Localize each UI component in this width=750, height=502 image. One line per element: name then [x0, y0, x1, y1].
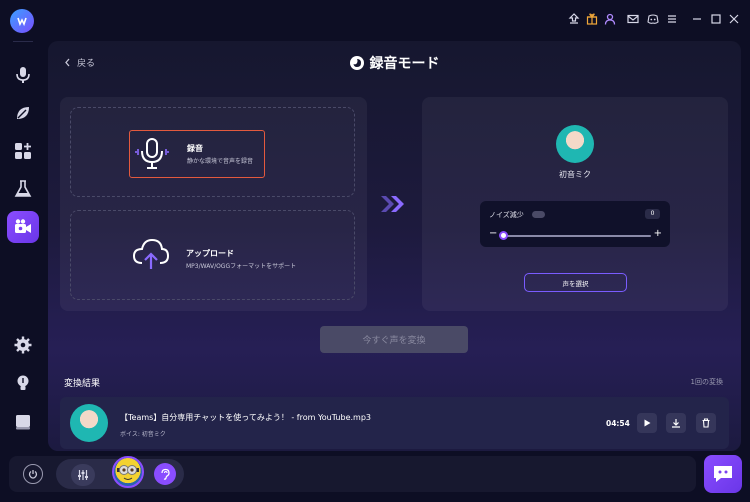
support-chat-button[interactable]: [704, 455, 742, 493]
voice-avatar[interactable]: [556, 125, 594, 163]
microphone-icon: [135, 138, 169, 169]
noise-slider-track[interactable]: [501, 235, 651, 237]
result-voice: ボイス: 初音ミク: [120, 431, 166, 438]
input-source-card: 録音 静かな環境で音声を録音 アップロード MP3/WAV/OGGフォーマットを…: [60, 97, 367, 311]
result-row[interactable]: 【Teams】自分専用チャットを使ってみよう！ - from YouTube.m…: [60, 397, 729, 449]
video-record-icon[interactable]: [7, 211, 39, 243]
page-title: 録音モード: [48, 53, 741, 73]
equalizer-icon: [78, 470, 88, 480]
power-icon: [28, 470, 38, 479]
slider-decrease-button[interactable]: −: [489, 229, 497, 239]
main-panel: 戻る 録音モード 録音 静かな環境で音声を録音 アップロード MP3/WAV/O…: [48, 41, 741, 451]
ear-icon: [161, 468, 170, 480]
upload-option-title: アップロード: [186, 249, 234, 258]
maximize-icon[interactable]: [709, 12, 723, 26]
mail-icon[interactable]: [626, 12, 640, 26]
left-sidebar: [0, 0, 46, 452]
mixer-button[interactable]: [71, 464, 95, 486]
results-count: 1回の変換: [690, 378, 723, 386]
current-voice-avatar[interactable]: [112, 456, 144, 488]
result-duration: 04:54: [606, 419, 630, 428]
download-icon: [672, 419, 680, 428]
noise-reduction-panel: ノイズ減少 0 − +: [480, 201, 670, 247]
voice-name: 初音ミク: [559, 170, 591, 179]
results-title: 変換結果: [64, 379, 101, 389]
menu-icon[interactable]: [665, 12, 679, 26]
book-icon[interactable]: [11, 410, 35, 434]
record-mode-icon: [349, 56, 364, 70]
noise-reduction-value: 0: [645, 209, 660, 219]
listen-button[interactable]: [154, 463, 176, 485]
lightbulb-icon[interactable]: [11, 371, 35, 395]
noise-reduction-toggle[interactable]: [532, 211, 545, 218]
noise-slider-handle[interactable]: [499, 231, 508, 240]
power-button[interactable]: [23, 464, 43, 484]
record-option-subtitle: 静かな環境で音声を録音: [187, 158, 254, 165]
divider: [13, 41, 33, 42]
double-chevron-right-icon: [381, 196, 404, 212]
slider-increase-button[interactable]: +: [654, 229, 662, 239]
apps-add-icon[interactable]: [11, 139, 35, 163]
play-button[interactable]: [637, 413, 657, 433]
convert-voice-button[interactable]: 今すぐ声を変換: [320, 326, 468, 353]
select-voice-button[interactable]: 声を選択: [524, 273, 627, 292]
play-icon: [644, 419, 651, 427]
user-icon[interactable]: [603, 12, 617, 26]
trash-icon: [702, 418, 710, 428]
close-icon[interactable]: [727, 12, 741, 26]
minimize-icon[interactable]: [690, 12, 704, 26]
record-option-title: 録音: [187, 144, 203, 153]
discord-icon[interactable]: [646, 12, 660, 26]
gift-icon[interactable]: [585, 12, 599, 26]
minion-avatar-icon: [117, 465, 139, 480]
delete-button[interactable]: [696, 413, 716, 433]
record-option-selected[interactable]: 録音 静かな環境で音声を録音: [129, 130, 265, 178]
cloud-upload-icon: [132, 238, 170, 269]
noise-reduction-label: ノイズ減少: [489, 211, 524, 219]
app-logo: [10, 9, 34, 33]
upload-option-subtitle: MP3/WAV/OGGフォーマットをサポート: [186, 263, 297, 270]
upload-option[interactable]: アップロード MP3/WAV/OGGフォーマットをサポート: [70, 210, 355, 300]
chat-bot-icon: [714, 466, 732, 482]
upload-icon[interactable]: [567, 12, 581, 26]
leaf-icon[interactable]: [11, 101, 35, 125]
microphone-icon[interactable]: [11, 63, 35, 87]
result-avatar: [70, 404, 108, 442]
gear-icon[interactable]: [11, 333, 35, 357]
download-button[interactable]: [666, 413, 686, 433]
bottom-bar: [9, 456, 696, 492]
flask-icon[interactable]: [11, 177, 35, 201]
page-title-text: 録音モード: [369, 56, 440, 72]
result-title: 【Teams】自分専用チャットを使ってみよう！ - from YouTube.m…: [120, 413, 371, 422]
voice-settings-card: 初音ミク ノイズ減少 0 − + 声を選択: [422, 97, 728, 311]
